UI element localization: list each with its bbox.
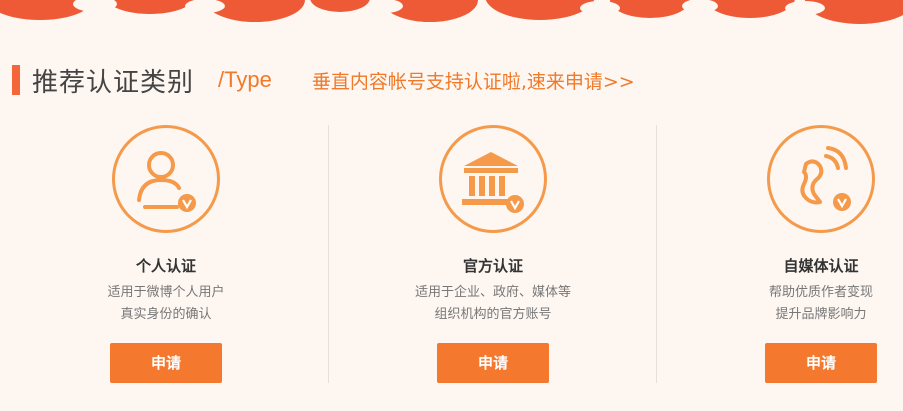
media-verified-icon — [767, 125, 875, 233]
person-verified-icon — [112, 125, 220, 233]
card-desc-line: 适用于微博个人用户 — [107, 285, 225, 300]
institution-verified-icon — [439, 125, 547, 233]
card-title: 个人认证 — [135, 257, 196, 275]
card-title: 官方认证 — [462, 257, 523, 275]
card-description: 适用于微博个人用户 真实身份的确认 — [61, 282, 271, 326]
apply-button[interactable]: 申请 — [437, 343, 549, 383]
section-header: 推荐认证类别 /Type 垂直内容帐号支持认证啦,速来申请>> — [12, 62, 635, 98]
apply-button[interactable]: 申请 — [110, 343, 222, 383]
card-desc-line: 帮助优质作者变现 — [768, 285, 873, 300]
card-self-media: 自媒体认证 帮助优质作者变现 提升品牌影响力 申请 — [716, 125, 903, 383]
card-divider — [328, 125, 329, 383]
card-official: 官方认证 适用于企业、政府、媒体等 组织机构的官方账号 申请 — [388, 125, 598, 383]
title-accent-bar — [12, 65, 20, 95]
promo-link[interactable]: 垂直内容帐号支持认证啦,速来申请>> — [312, 67, 635, 94]
section-title: 推荐认证类别 — [32, 67, 195, 98]
card-desc-line: 真实身份的确认 — [120, 307, 212, 322]
card-title: 自媒体认证 — [783, 257, 859, 275]
cards-container: 个人认证 适用于微博个人用户 真实身份的确认 申请 官方认证 适用于企业、政府、… — [0, 125, 903, 385]
card-desc-line: 适用于企业、政府、媒体等 — [414, 285, 571, 300]
card-divider — [656, 125, 657, 383]
card-description: 适用于企业、政府、媒体等 组织机构的官方账号 — [388, 282, 598, 326]
card-description: 帮助优质作者变现 提升品牌影响力 — [716, 282, 903, 326]
card-desc-line: 提升品牌影响力 — [775, 307, 867, 322]
top-decoration — [0, 0, 903, 24]
type-label: /Type — [218, 67, 272, 92]
apply-button[interactable]: 申请 — [765, 343, 877, 383]
card-desc-line: 组织机构的官方账号 — [434, 307, 552, 322]
card-personal: 个人认证 适用于微博个人用户 真实身份的确认 申请 — [61, 125, 271, 383]
